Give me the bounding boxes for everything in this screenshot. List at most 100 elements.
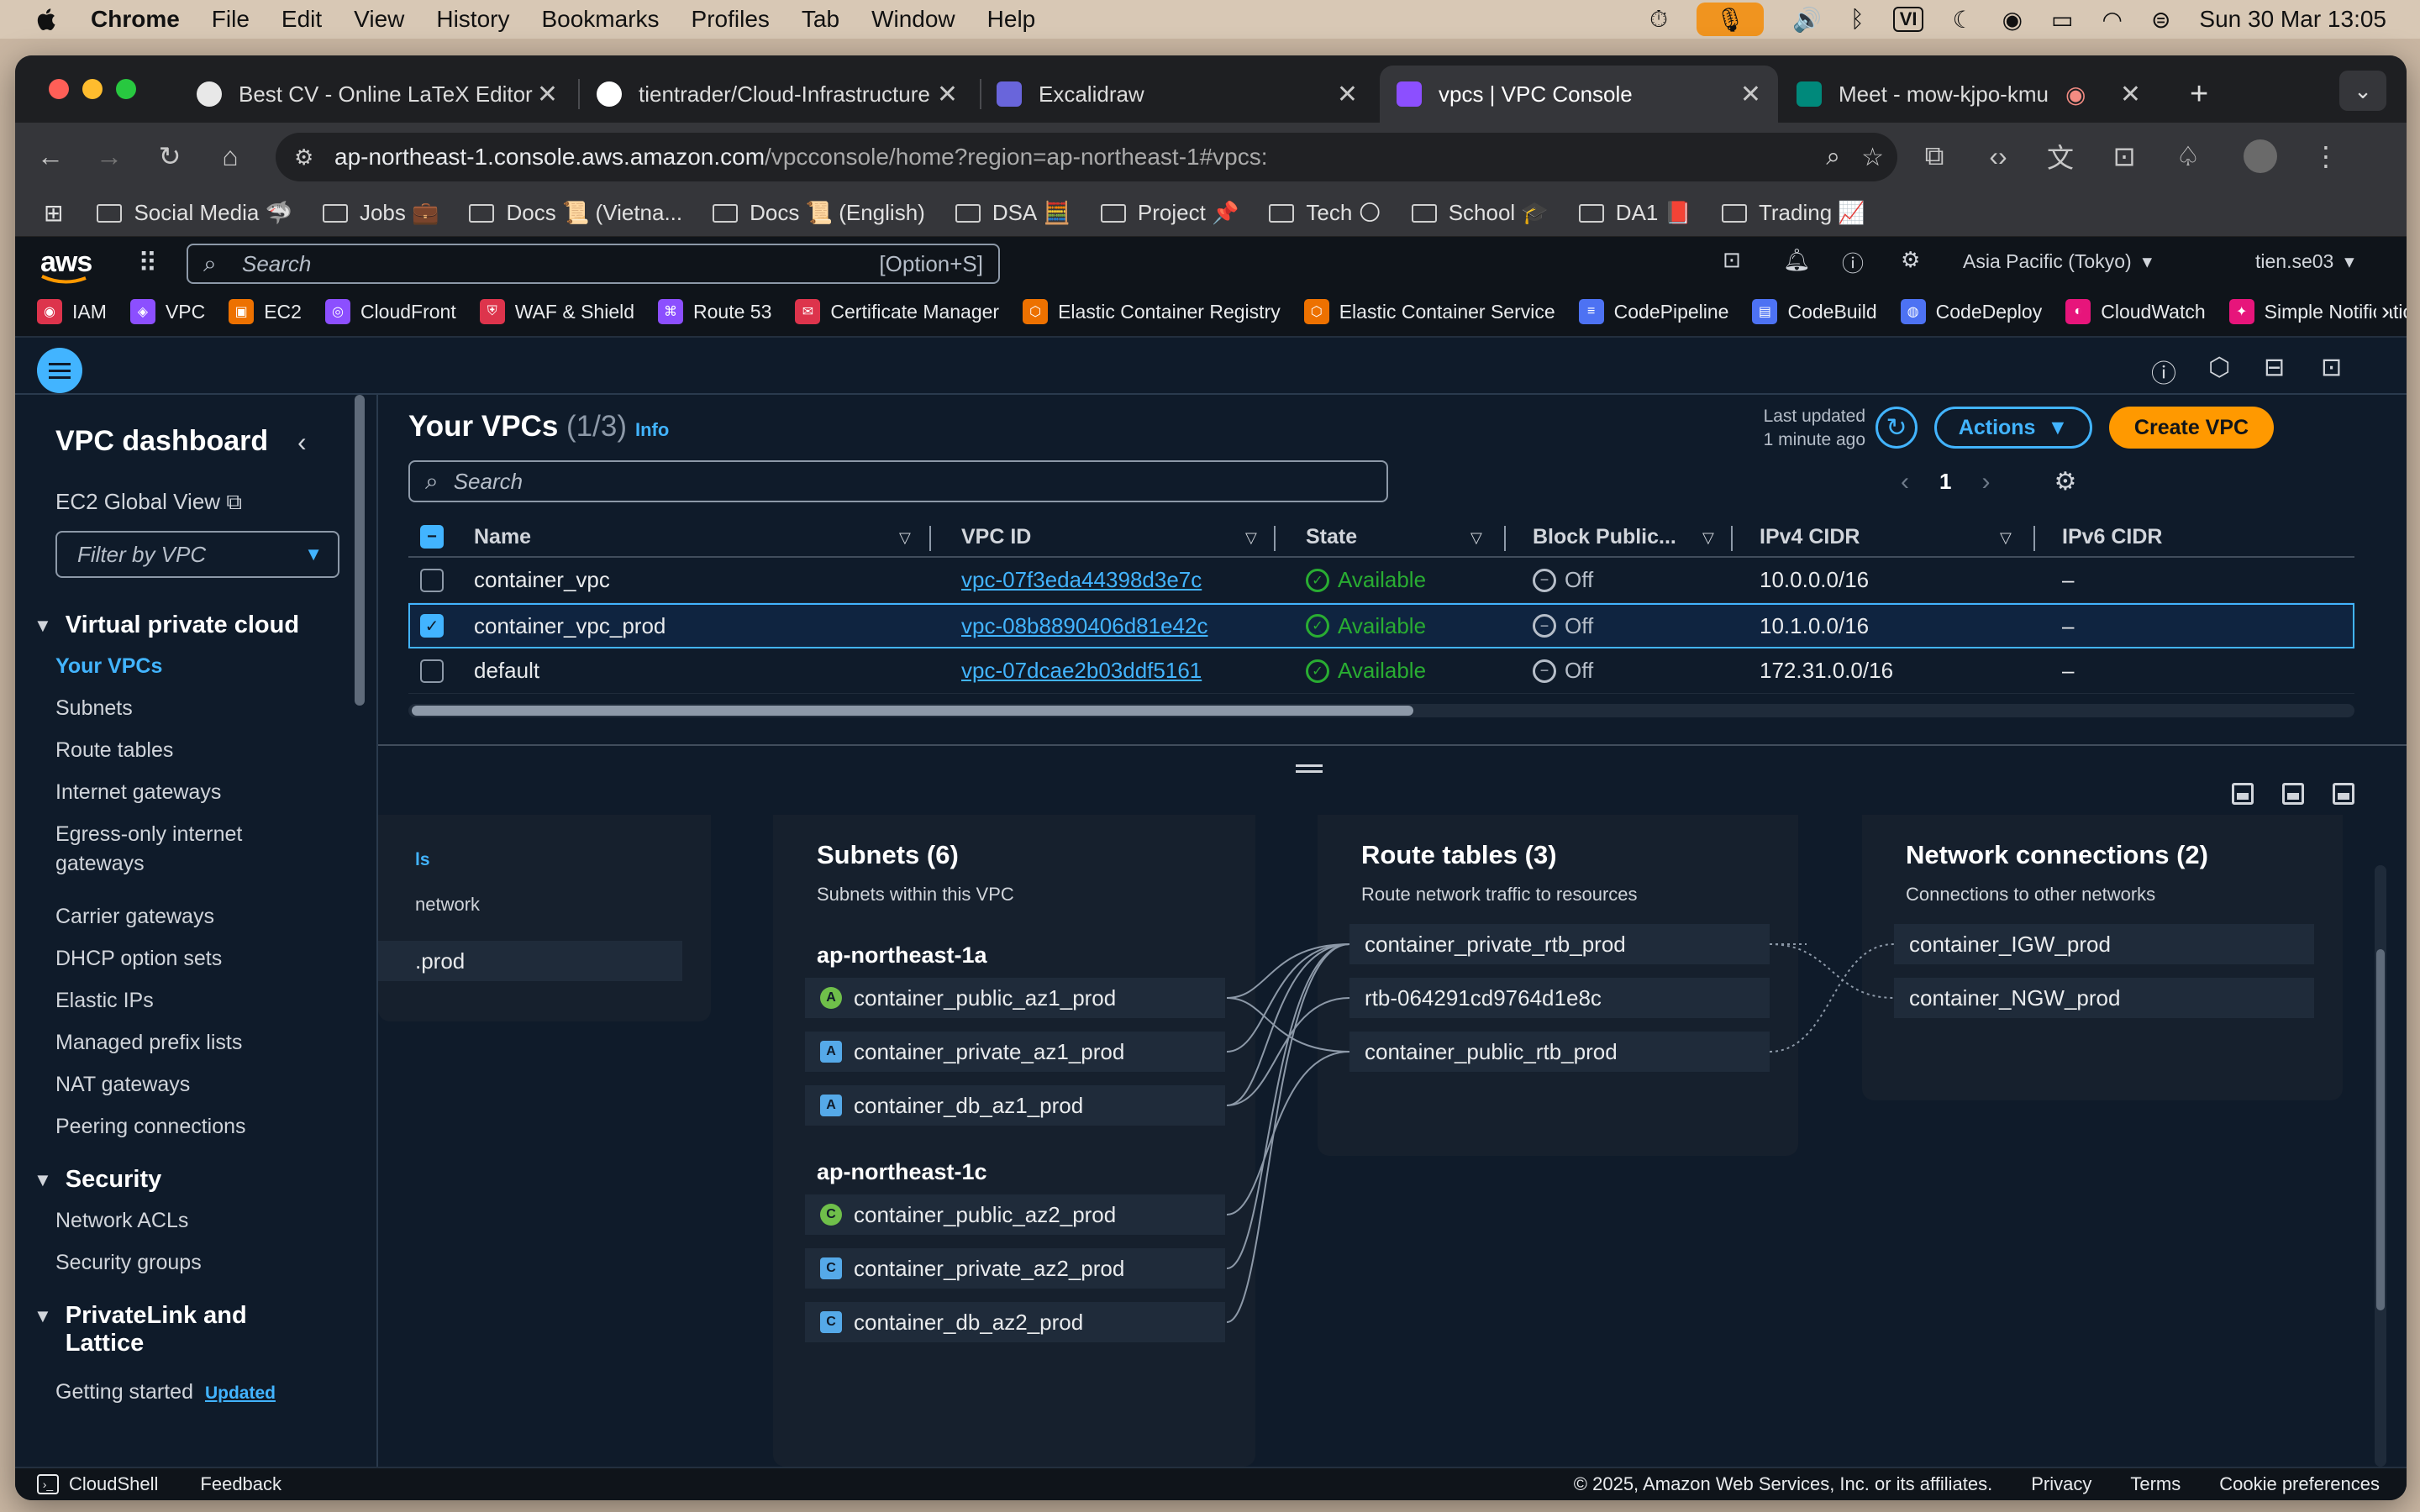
bluetooth-icon[interactable]: ᛒ (1850, 6, 1865, 33)
notifications-bell-icon[interactable]: 🔔︎ (1783, 247, 1811, 273)
zoom-icon[interactable]: ⌕ (1826, 143, 1840, 171)
close-tab-icon[interactable]: ✕ (537, 80, 558, 109)
sidebar-item-internet-gateways[interactable]: Internet gateways (55, 778, 221, 807)
screenshot-icon[interactable]: ⊡ (2107, 139, 2141, 173)
favorite-vpc[interactable]: ◈ VPC (129, 299, 205, 324)
address-bar[interactable]: ⚙ ap-northeast-1.console.aws.amazon.com/… (276, 133, 1897, 181)
table-row-selected[interactable]: ✓ container_vpc_prod vpc-08b8890406d81e4… (408, 603, 2354, 648)
bookmark-star-icon[interactable]: ☆ (1861, 143, 1884, 172)
info-link[interactable]: Info (635, 419, 669, 440)
sidebar-item-elastic-ips[interactable]: Elastic IPs (55, 986, 154, 1016)
home-icon[interactable]: ⌂ (213, 139, 247, 173)
row-checkbox[interactable] (420, 659, 444, 683)
help-icon[interactable]: ⓘ (1842, 247, 1864, 278)
menu-help[interactable]: Help (987, 6, 1036, 33)
terms-link[interactable]: Terms (2130, 1473, 2181, 1495)
reload-icon[interactable]: ↻ (153, 139, 187, 173)
refresh-button[interactable]: ↻ (1876, 407, 1918, 449)
section-privatelink[interactable]: ▼ PrivateLink and Lattice (34, 1302, 286, 1357)
sort-caret-icon[interactable]: ▽ (1470, 529, 1482, 547)
tab-google-meet[interactable]: Meet - mow-kjpo-kmu ◉ ✕ (1780, 66, 2158, 123)
vpc-id-link[interactable]: vpc-07f3eda44398d3e7c (961, 567, 1202, 593)
sort-caret-icon[interactable]: ▽ (1702, 529, 1714, 547)
sidebar-item-subnets[interactable]: Subnets (55, 694, 133, 723)
select-all-checkbox[interactable]: − (420, 525, 444, 549)
sidebar-item-network-acls[interactable]: Network ACLs (55, 1206, 188, 1236)
sort-caret-icon[interactable]: ▽ (2000, 529, 2012, 547)
wifi-icon[interactable]: ◠ (2102, 6, 2123, 34)
close-window-button[interactable] (49, 79, 69, 99)
favorite-codebuild[interactable]: ▤ CodeBuild (1752, 299, 1877, 324)
back-arrow-icon[interactable]: ← (34, 139, 67, 173)
row-checkbox[interactable] (420, 568, 444, 592)
prev-page-icon[interactable]: ‹ (1901, 468, 1909, 496)
ec2-global-view-link[interactable]: EC2 Global View ⧉ (55, 489, 242, 516)
forward-arrow-icon[interactable]: → (92, 139, 126, 173)
row-checkbox-checked[interactable]: ✓ (420, 614, 444, 638)
column-ipv4-cidr[interactable]: IPv4 CIDR (1760, 517, 1860, 556)
display-icon[interactable]: ⊡ (2321, 353, 2342, 382)
hamburger-menu-icon[interactable] (37, 348, 82, 393)
focus-moon-icon[interactable]: ☾ (1952, 6, 1973, 34)
favorite-acm[interactable]: ✉ Certificate Manager (795, 299, 999, 324)
menu-bookmarks[interactable]: Bookmarks (541, 6, 659, 33)
region-selector[interactable]: Asia Pacific (Tokyo) ▾ (1963, 250, 2152, 273)
menu-tab[interactable]: Tab (802, 6, 839, 33)
close-tab-icon[interactable]: ✕ (937, 80, 958, 109)
split-drag-handle-icon[interactable] (1296, 764, 1323, 773)
sidebar-title[interactable]: VPC dashboard (55, 425, 268, 458)
chevron-right-icon[interactable]: › (2376, 297, 2390, 326)
vpc-search-input[interactable]: ⌕ Search (408, 460, 1388, 502)
tab-search-button[interactable]: ⌄ (2339, 71, 2386, 111)
vpc-id-link[interactable]: vpc-08b8890406d81e42c (961, 613, 1207, 639)
favorite-iam[interactable]: ◉ IAM (37, 299, 107, 324)
panel-bottom-icon[interactable] (2232, 783, 2254, 805)
map-vertical-scrollbar[interactable] (2375, 865, 2386, 1467)
devtools-icon[interactable]: ‹› (1981, 139, 2015, 173)
cloudshell-button[interactable]: ›_ CloudShell (37, 1473, 158, 1495)
incognito-icon[interactable]: ♤ (2171, 139, 2205, 173)
bookmark-folder[interactable]: Docs 📜 (English) (713, 200, 925, 226)
chrome-menu-icon[interactable]: ⋮ (2309, 139, 2343, 173)
menu-file[interactable]: File (212, 6, 250, 33)
volume-icon[interactable]: 🔊 (1792, 6, 1822, 34)
menu-view[interactable]: View (354, 6, 404, 33)
table-horizontal-scrollbar[interactable] (408, 704, 2354, 717)
cloudshell-icon[interactable]: ⊡ (1723, 247, 1741, 273)
settings-gear-icon[interactable]: ⚙ (1901, 247, 1920, 273)
create-vpc-button[interactable]: Create VPC (2109, 407, 2274, 449)
sidebar-item-your-vpcs[interactable]: Your VPCs (55, 652, 162, 681)
apps-grid-icon[interactable]: ⊞ (44, 199, 63, 227)
column-block-public[interactable]: Block Public... (1533, 517, 1676, 556)
bookmark-folder[interactable]: DA1 📕 (1578, 200, 1691, 226)
bookmark-folder[interactable]: DSA 🧮 (955, 200, 1071, 226)
tutorial-icon[interactable]: ⊟ (2264, 353, 2285, 382)
section-security[interactable]: ▼ Security (34, 1166, 161, 1194)
bookmark-folder[interactable]: Jobs 💼 (322, 200, 439, 226)
tab-github[interactable]: tientrader/Cloud-Infrastructure ✕ (580, 66, 975, 123)
menubar-app-name[interactable]: Chrome (91, 6, 180, 33)
microphone-icon[interactable]: 🎙 (1697, 3, 1764, 36)
favorite-ec2[interactable]: ▣ EC2 (229, 299, 302, 324)
close-tab-icon[interactable]: ✕ (1337, 80, 1358, 109)
column-name[interactable]: Name (474, 517, 531, 556)
control-center-icon[interactable]: ⊜ (2151, 6, 2170, 34)
collapse-sidebar-icon[interactable]: ‹ (297, 427, 307, 458)
aws-logo[interactable]: aws (40, 246, 92, 283)
bookmark-folder[interactable]: Docs 📜 (Vietna... (469, 200, 682, 226)
next-page-icon[interactable]: › (1981, 468, 1990, 496)
column-state[interactable]: State (1306, 517, 1357, 556)
cookie-preferences-link[interactable]: Cookie preferences (2219, 1473, 2380, 1495)
sidebar-item-managed-prefix-lists[interactable]: Managed prefix lists (55, 1028, 242, 1058)
sidebar-item-carrier-gateways[interactable]: Carrier gateways (55, 902, 214, 932)
apple-icon[interactable] (34, 7, 57, 32)
privacy-link[interactable]: Privacy (2031, 1473, 2091, 1495)
menu-history[interactable]: History (436, 6, 509, 33)
bookmark-folder[interactable]: Social Media 🦈 (97, 200, 292, 226)
services-grid-icon[interactable]: ⠿ (138, 247, 157, 279)
favorite-codepipeline[interactable]: ≡ CodePipeline (1578, 299, 1728, 324)
menu-profiles[interactable]: Profiles (692, 6, 770, 33)
minimize-window-button[interactable] (82, 79, 103, 99)
menu-edit[interactable]: Edit (281, 6, 322, 33)
sidebar-item-nat-gateways[interactable]: NAT gateways (55, 1070, 190, 1100)
